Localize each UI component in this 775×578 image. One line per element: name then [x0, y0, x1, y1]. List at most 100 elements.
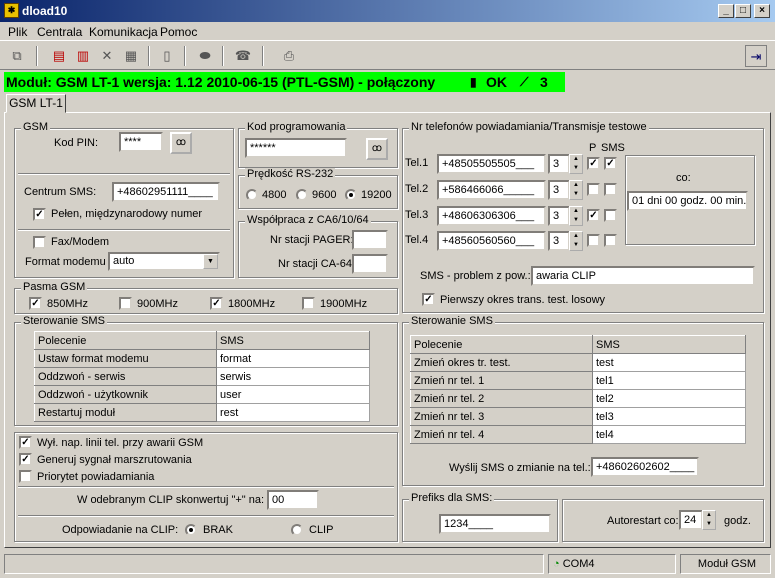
close-button[interactable]: ×: [754, 4, 770, 18]
sms-cell[interactable]: tel4: [592, 425, 746, 444]
sms-cell[interactable]: format: [216, 349, 370, 368]
table-row[interactable]: Zmień nr tel. 4 tel4: [410, 425, 746, 444]
phone-p-checkbox[interactable]: [587, 234, 600, 247]
band-850-checkbox[interactable]: ✓: [29, 297, 42, 310]
notify-input[interactable]: +48602602602____: [591, 457, 699, 477]
phone-count-input[interactable]: 3: [548, 206, 570, 226]
phone-count-input[interactable]: 3: [548, 154, 570, 174]
table-row[interactable]: Restartuj moduł rest: [34, 403, 370, 422]
menu-komunikacja[interactable]: Komunikacja: [89, 25, 158, 39]
band-900-checkbox[interactable]: [119, 297, 132, 310]
ca-group-title: Współpraca z CA6/10/64: [245, 214, 371, 226]
document-icon[interactable]: ▦: [120, 45, 142, 67]
table-row[interactable]: Zmień nr tel. 1 tel1: [410, 371, 746, 390]
show-kod-button[interactable]: ꝏ: [366, 138, 388, 160]
phone-number-input[interactable]: +48505505505___: [437, 154, 546, 174]
sms-cell[interactable]: test: [592, 353, 746, 372]
pin-label: Kod PIN:: [54, 137, 99, 149]
table-row[interactable]: Zmień nr tel. 2 tel2: [410, 389, 746, 408]
band-1900-label: 1900MHz: [320, 298, 368, 310]
phone-p-checkbox[interactable]: ✓: [587, 157, 600, 170]
band-1800-label: 1800MHz: [228, 298, 276, 310]
eraser-icon[interactable]: ⬬: [194, 45, 216, 67]
table-row[interactable]: Ustaw format modemu format: [34, 349, 370, 368]
random-period-checkbox[interactable]: ✓: [422, 293, 435, 306]
table-row[interactable]: Oddzwoń - serwis serwis: [34, 367, 370, 386]
phone-number-input[interactable]: +48560560560___: [437, 231, 546, 251]
phone-sms-checkbox[interactable]: ✓: [604, 157, 617, 170]
random-period-label: Pierwszy okres trans. test. losowy: [440, 294, 606, 306]
format-modem-select[interactable]: auto ▼: [108, 252, 220, 271]
option-checkbox[interactable]: ✓: [19, 436, 32, 449]
menu-centrala[interactable]: Centrala: [37, 25, 82, 39]
ca64-label: Nr stacji CA-64:: [278, 258, 356, 270]
pager-input[interactable]: [352, 230, 388, 250]
read-icon[interactable]: ▤: [48, 45, 70, 67]
phone-count-spinner[interactable]: ▲ ▼: [569, 231, 583, 251]
command-cell: Zmień nr tel. 2: [410, 389, 593, 408]
phone-number-input[interactable]: +48606306306___: [437, 206, 546, 226]
option-checkbox[interactable]: ✓: [19, 453, 32, 466]
menu-pomoc[interactable]: Pomoc: [160, 25, 197, 39]
phone-sms-checkbox[interactable]: [604, 209, 617, 222]
pin-input[interactable]: ****: [119, 132, 163, 152]
modem-icon[interactable]: ☎: [232, 45, 254, 67]
baud-4800-radio[interactable]: [246, 189, 258, 201]
copy-icon[interactable]: ⧉: [6, 45, 28, 67]
autorestart-spinner[interactable]: ▲ ▼: [702, 510, 716, 530]
clip-convert-input[interactable]: 00: [267, 490, 319, 510]
delete-icon[interactable]: ✕: [96, 45, 118, 67]
show-pin-button[interactable]: ꝏ: [170, 132, 192, 154]
phone-p-checkbox[interactable]: [587, 183, 600, 196]
option-checkbox[interactable]: [19, 470, 32, 483]
ca64-input[interactable]: [352, 254, 388, 274]
baud-19200-radio[interactable]: [345, 189, 357, 201]
menu-plik[interactable]: Plik: [8, 25, 27, 39]
autorestart-input[interactable]: 24: [679, 510, 703, 530]
co-input[interactable]: 01 dni 00 godz. 00 min.: [627, 191, 748, 211]
table-row[interactable]: Oddzwoń - użytkownik user: [34, 385, 370, 404]
sms-cell[interactable]: tel3: [592, 407, 746, 426]
answer-clip-radio[interactable]: [291, 524, 303, 536]
phone-number-input[interactable]: +586466066_____: [437, 180, 546, 200]
phone-label: Tel.3: [405, 209, 429, 221]
command-cell: Zmień nr tel. 4: [410, 425, 593, 444]
kod-input[interactable]: ******: [245, 138, 347, 158]
sms-cell[interactable]: serwis: [216, 367, 370, 386]
answer-brak-radio[interactable]: [185, 524, 197, 536]
phone-count-input[interactable]: 3: [548, 231, 570, 251]
divider: [18, 515, 394, 517]
phone-count-spinner[interactable]: ▲ ▼: [569, 154, 583, 174]
write-icon[interactable]: ▥: [72, 45, 94, 67]
band-1900-checkbox[interactable]: [302, 297, 315, 310]
phone-p-checkbox[interactable]: ✓: [587, 209, 600, 222]
table-row[interactable]: Zmień okres tr. test. test: [410, 353, 746, 372]
sms-cell[interactable]: tel1: [592, 371, 746, 390]
centrum-sms-input[interactable]: +48602951111____: [112, 182, 220, 202]
phone-count-input[interactable]: 3: [548, 180, 570, 200]
problem-input[interactable]: awaria CLIP: [531, 266, 755, 286]
exit-icon[interactable]: ⇥: [745, 45, 767, 67]
maximize-button[interactable]: □: [735, 4, 751, 18]
intl-number-checkbox[interactable]: ✓: [33, 208, 46, 221]
calculator-icon[interactable]: ▯: [156, 45, 178, 67]
kod-group-title: Kod programowania: [245, 121, 348, 133]
fax-modem-checkbox[interactable]: [33, 236, 46, 249]
phone-count-spinner[interactable]: ▲ ▼: [569, 180, 583, 200]
table-row[interactable]: Zmień nr tel. 3 tel3: [410, 407, 746, 426]
signal-level: 3: [540, 74, 548, 90]
prefix-input[interactable]: 1234____: [439, 514, 551, 534]
tab-gsm-lt1[interactable]: GSM LT-1: [6, 94, 66, 113]
band-1800-checkbox[interactable]: ✓: [210, 297, 223, 310]
phone-count-spinner[interactable]: ▲ ▼: [569, 206, 583, 226]
minimize-button[interactable]: _: [718, 4, 734, 18]
phone-sms-checkbox[interactable]: [604, 234, 617, 247]
phone-sms-checkbox[interactable]: [604, 183, 617, 196]
print-icon[interactable]: ⎙: [278, 45, 300, 67]
sms-cell[interactable]: rest: [216, 403, 370, 422]
sms-cell[interactable]: user: [216, 385, 370, 404]
sms-cell[interactable]: tel2: [592, 389, 746, 408]
baud-9600-radio[interactable]: [296, 189, 308, 201]
header-sms: SMS: [216, 331, 370, 350]
chevron-down-icon[interactable]: ▼: [203, 254, 218, 269]
